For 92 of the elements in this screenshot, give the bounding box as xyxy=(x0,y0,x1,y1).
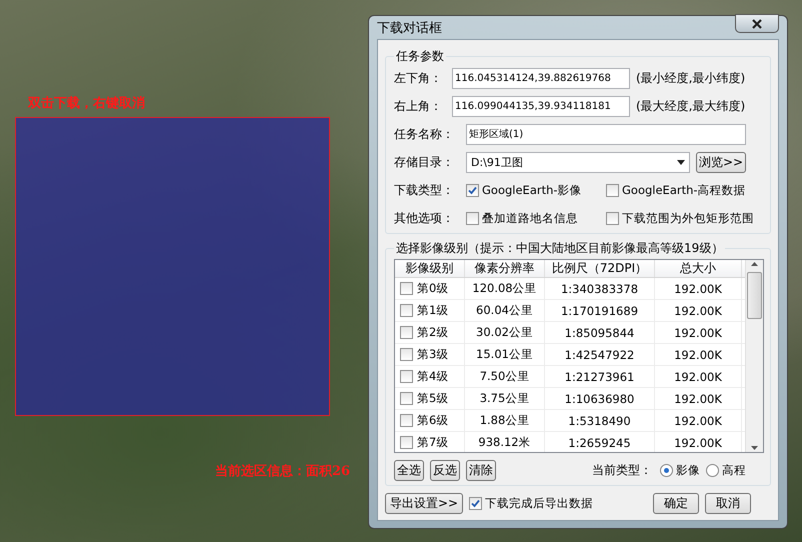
down-arrow-icon xyxy=(751,444,758,452)
column-header: 影像级别 xyxy=(395,260,465,277)
table-cell: 60.04公里 xyxy=(465,300,545,321)
column-header: 总大小 xyxy=(655,260,742,277)
radio-button[interactable] xyxy=(660,464,673,476)
field-label: 其他选项： xyxy=(394,210,455,226)
field-label: 当前类型： xyxy=(592,462,653,478)
column-header: 像素分辨率 xyxy=(465,260,545,277)
checkbox-option[interactable]: 下载完成后导出数据 xyxy=(469,496,593,510)
checkbox[interactable] xyxy=(400,436,413,449)
table-cell: 192.00K xyxy=(655,300,742,321)
table-cell: 192.00K xyxy=(655,322,742,343)
coordinate-field[interactable]: 116.045314124,39.882619768 xyxy=(452,68,630,88)
field-label: 右上角： xyxy=(394,98,443,114)
table-cell: 192.00K xyxy=(655,410,742,431)
table-button[interactable]: 清除 xyxy=(466,460,496,480)
column-header: 比例尺（72DPI） xyxy=(545,260,655,277)
level-cell[interactable]: 第5级 xyxy=(395,388,465,409)
export-settings-button[interactable]: 导出设置>> xyxy=(385,492,463,514)
map-hint-text: 双击下载，右键取消 xyxy=(28,95,145,112)
window-title: 下载对话框 xyxy=(377,20,442,36)
scrollbar[interactable] xyxy=(745,260,763,452)
group-title: 选择影像级别（提示：中国大陆地区目前影像最高等级19级） xyxy=(395,240,724,257)
table-cell: 1:5318490 xyxy=(545,410,655,431)
table-cell: 1:340383378 xyxy=(545,278,655,299)
checkmark-icon xyxy=(471,498,480,508)
table-cell: 192.00K xyxy=(655,278,742,299)
level-cell[interactable]: 第1级 xyxy=(395,300,465,321)
field-label: 左下角： xyxy=(394,70,443,86)
checkbox[interactable] xyxy=(469,496,482,510)
table-cell: 1:10636980 xyxy=(545,388,655,409)
table-cell: 30.02公里 xyxy=(465,322,545,343)
level-cell[interactable]: 第2级 xyxy=(395,322,465,343)
checkbox[interactable] xyxy=(400,348,413,361)
checkbox[interactable] xyxy=(400,414,413,427)
radio-button[interactable] xyxy=(706,464,719,476)
dialog-button[interactable]: 取消 xyxy=(705,492,751,514)
table-cell: 1:42547922 xyxy=(545,344,655,365)
checkbox-option[interactable]: 叠加道路地名信息 xyxy=(466,210,600,226)
field-note: (最大经度,最大纬度) xyxy=(636,98,746,114)
level-cell[interactable]: 第6级 xyxy=(395,410,465,431)
checkbox[interactable] xyxy=(606,184,619,196)
table-cell: 1.88公里 xyxy=(465,410,545,431)
level-cell[interactable]: 第0级 xyxy=(395,278,465,299)
table-cell: 7.50公里 xyxy=(465,366,545,387)
table-cell: 3.75公里 xyxy=(465,388,545,409)
checkbox[interactable] xyxy=(400,326,413,339)
checkbox[interactable] xyxy=(466,184,479,196)
group-title: 任务参数 xyxy=(395,48,445,65)
level-cell[interactable]: 第4级 xyxy=(395,366,465,387)
selection-info-text: 当前选区信息：面积26 xyxy=(215,463,350,480)
checkbox[interactable] xyxy=(606,212,619,224)
checkbox[interactable] xyxy=(400,370,413,383)
caret-icon xyxy=(677,160,685,164)
checkbox[interactable] xyxy=(400,282,413,295)
coordinate-field[interactable]: 116.099044135,39.934118181 xyxy=(452,96,630,116)
checkbox-option[interactable]: 下载范围为外包矩形范围 xyxy=(606,210,754,226)
field-label: 下载类型： xyxy=(394,182,455,198)
directory-dropdown[interactable]: D:\91卫图 xyxy=(466,152,690,172)
table-button[interactable]: 全选 xyxy=(394,460,424,480)
task-name-field[interactable]: 矩形区域(1) xyxy=(466,124,746,144)
table-cell: 192.00K xyxy=(655,388,742,409)
browse-button[interactable]: 浏览>> xyxy=(696,152,746,172)
table-cell: 1:21273961 xyxy=(545,366,655,387)
table-cell: 192.00K xyxy=(655,432,742,452)
dialog-button[interactable]: 确定 xyxy=(653,492,699,514)
checkbox[interactable] xyxy=(400,304,413,317)
field-note: (最小经度,最小纬度) xyxy=(636,70,746,86)
table-cell: 192.00K xyxy=(655,366,742,387)
close-icon xyxy=(752,18,762,28)
table-cell: 192.00K xyxy=(655,344,742,365)
table-cell: 120.08公里 xyxy=(465,278,545,299)
table-cell: 938.12米 xyxy=(465,432,545,452)
checkbox-option[interactable]: GoogleEarth-影像 xyxy=(466,182,600,198)
close-button[interactable] xyxy=(735,14,779,33)
table-cell: 1:2659245 xyxy=(545,432,655,452)
up-arrow-icon xyxy=(751,260,758,268)
checkbox-option[interactable]: GoogleEarth-高程数据 xyxy=(606,182,746,198)
table-cell: 1:85095844 xyxy=(545,322,655,343)
table-button[interactable]: 反选 xyxy=(430,460,460,480)
field-label: 任务名称： xyxy=(394,126,455,142)
level-cell[interactable]: 第3级 xyxy=(395,344,465,365)
radio-option[interactable]: 影像 xyxy=(660,462,700,478)
checkbox[interactable] xyxy=(400,392,413,405)
level-cell[interactable]: 第7级 xyxy=(395,432,465,452)
table-cell: 15.01公里 xyxy=(465,344,545,365)
radio-option[interactable]: 高程 xyxy=(706,462,746,478)
scrollbar-thumb[interactable] xyxy=(747,272,762,319)
checkmark-icon xyxy=(468,186,477,194)
checkbox[interactable] xyxy=(466,212,479,224)
table-cell: 1:170191689 xyxy=(545,300,655,321)
field-label: 存储目录： xyxy=(394,154,455,170)
